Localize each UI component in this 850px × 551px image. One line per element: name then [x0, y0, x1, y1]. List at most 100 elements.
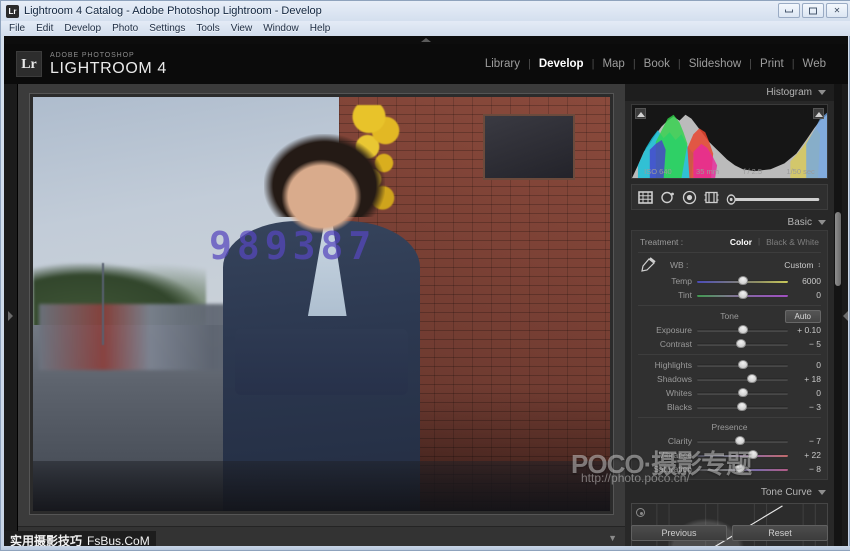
right-panel-collapse-handle[interactable] [842, 84, 848, 548]
whites-slider[interactable] [697, 388, 788, 398]
histogram-panel-header[interactable]: Histogram [625, 84, 834, 101]
module-library[interactable]: Library [477, 58, 528, 70]
maximize-button[interactable] [802, 3, 824, 18]
contrast-slider[interactable] [697, 339, 788, 349]
left-panel-collapse-handle[interactable] [4, 84, 18, 548]
exposure-label: Exposure [638, 325, 692, 335]
menu-item-photo[interactable]: Photo [112, 23, 138, 34]
menu-item-view[interactable]: View [231, 23, 253, 34]
module-print[interactable]: Print [752, 58, 792, 70]
contrast-value[interactable]: − 5 [793, 339, 821, 349]
graduated-filter-icon[interactable] [704, 190, 719, 205]
shadows-slider[interactable] [697, 374, 788, 384]
temp-knob[interactable] [738, 276, 748, 285]
clarity-value[interactable]: − 7 [793, 436, 821, 446]
top-panel-collapse-handle[interactable] [4, 36, 848, 44]
develop-tool-strip [631, 184, 828, 210]
tint-value[interactable]: 0 [793, 290, 821, 300]
exposure-knob[interactable] [738, 325, 748, 334]
photo-image[interactable]: 989387 [33, 97, 610, 511]
shadows-knob[interactable] [747, 374, 757, 383]
tone-curve-panel-header[interactable]: Tone Curve [625, 484, 834, 500]
chevron-down-icon[interactable] [818, 490, 826, 495]
menu-item-help[interactable]: Help [310, 23, 331, 34]
blacks-knob[interactable] [737, 402, 747, 411]
highlights-knob[interactable] [738, 360, 748, 369]
blacks-value[interactable]: − 3 [793, 402, 821, 412]
eyedropper-icon[interactable] [638, 257, 656, 273]
crop-overlay-icon[interactable] [638, 190, 653, 205]
auto-tone-button[interactable]: Auto [785, 310, 821, 323]
treatment-bw-option[interactable]: Black & White [766, 237, 819, 247]
module-slideshow[interactable]: Slideshow [681, 58, 749, 70]
temp-value[interactable]: 6000 [793, 276, 821, 286]
highlights-slider[interactable] [697, 360, 788, 370]
vibrance-track [697, 454, 788, 457]
targeted-adjustment-icon[interactable] [636, 508, 645, 517]
temp-slider[interactable] [697, 276, 788, 286]
vibrance-value[interactable]: + 22 [793, 450, 821, 460]
whites-value[interactable]: 0 [793, 388, 821, 398]
exif-aperture: f / 2.5 [743, 167, 762, 176]
basic-panel-header[interactable]: Basic [625, 214, 834, 230]
blacks-slider[interactable] [697, 402, 788, 412]
red-eye-icon[interactable] [682, 190, 697, 205]
divider [638, 417, 821, 418]
shadow-clipping-indicator[interactable] [635, 108, 646, 119]
spot-removal-icon[interactable] [660, 190, 675, 205]
menu-item-tools[interactable]: Tools [196, 23, 219, 34]
highlight-clipping-indicator[interactable] [813, 108, 824, 119]
vibrance-knob[interactable] [748, 450, 758, 459]
saturation-knob[interactable] [735, 464, 745, 473]
highlights-value[interactable]: 0 [793, 360, 821, 370]
menu-item-window[interactable]: Window [263, 23, 299, 34]
tint-slider[interactable] [697, 290, 788, 300]
treatment-row: Treatment : Color | Black & White [632, 234, 827, 249]
temp-label: Temp [638, 276, 692, 286]
treatment-divider: | [758, 237, 760, 246]
treatment-color-option[interactable]: Color [730, 237, 752, 247]
chevron-down-icon[interactable] [818, 220, 826, 225]
window-controls: ✕ [778, 3, 848, 18]
exposure-slider[interactable] [697, 325, 788, 335]
chevron-down-icon[interactable] [818, 90, 826, 95]
slider-row-blacks: Blacks − 3 [632, 400, 827, 414]
wb-stepper-icon[interactable]: ↕ [818, 262, 822, 269]
toolbar-collapse-caret-icon[interactable]: ▼ [608, 533, 617, 543]
close-button[interactable]: ✕ [826, 3, 848, 18]
exif-iso: ISO 640 [644, 167, 672, 176]
identity-plate[interactable]: Lr ADOBE PHOTOSHOP LIGHTROOM 4 [16, 51, 167, 77]
module-develop[interactable]: Develop [531, 58, 592, 70]
contrast-knob[interactable] [736, 339, 746, 348]
slider-row-clarity: Clarity − 7 [632, 434, 827, 448]
adjustment-brush-icon[interactable] [726, 192, 821, 203]
vibrance-slider[interactable] [697, 450, 788, 460]
lightroom-logo: Lr [16, 51, 42, 77]
menu-item-file[interactable]: File [9, 23, 25, 34]
menu-item-settings[interactable]: Settings [149, 23, 185, 34]
photo-frame: 989387 [30, 94, 613, 514]
right-panel-scrollbar[interactable] [834, 84, 842, 548]
shadows-track [697, 378, 788, 381]
shadows-value[interactable]: + 18 [793, 374, 821, 384]
module-book[interactable]: Book [636, 58, 678, 70]
module-map[interactable]: Map [594, 58, 632, 70]
menu-item-edit[interactable]: Edit [36, 23, 53, 34]
previous-button[interactable]: Previous [631, 525, 727, 541]
clarity-slider[interactable] [697, 436, 788, 446]
saturation-value[interactable]: − 8 [793, 464, 821, 474]
histogram-graph[interactable]: ISO 640 35 mm f / 2.5 1/50 sec [631, 104, 828, 179]
lightroom-shell: Lr ADOBE PHOTOSHOP LIGHTROOM 4 Library |… [4, 36, 848, 548]
menu-item-develop[interactable]: Develop [64, 23, 101, 34]
highlights-label: Highlights [638, 360, 692, 370]
wb-value[interactable]: Custom [784, 260, 813, 270]
reset-button[interactable]: Reset [732, 525, 828, 541]
clarity-knob[interactable] [735, 436, 745, 445]
scrollbar-thumb[interactable] [835, 212, 841, 286]
minimize-button[interactable] [778, 3, 800, 18]
saturation-slider[interactable] [697, 464, 788, 474]
whites-knob[interactable] [738, 388, 748, 397]
exposure-value[interactable]: + 0.10 [793, 325, 821, 335]
tint-knob[interactable] [738, 290, 748, 299]
module-web[interactable]: Web [795, 58, 834, 70]
